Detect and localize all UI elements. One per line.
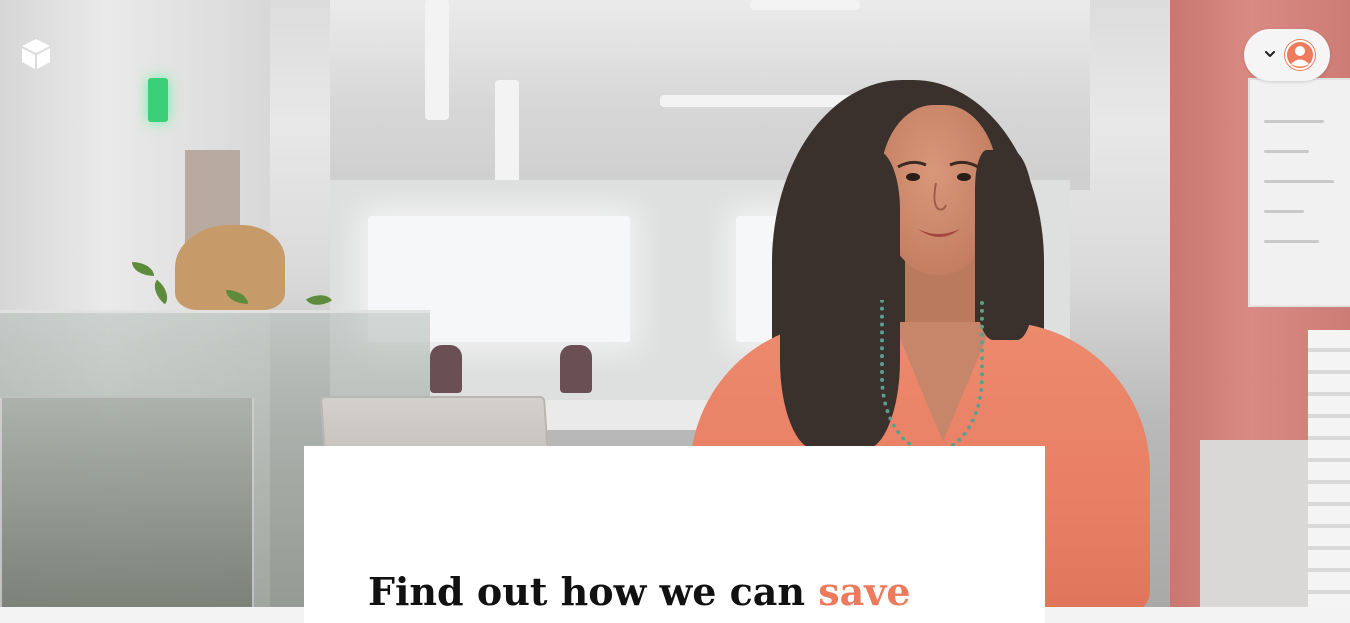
whiteboard <box>1248 78 1350 307</box>
plant-leaf <box>305 288 333 312</box>
headline-accent-text: save <box>818 569 911 614</box>
office-cabinet <box>1200 440 1320 607</box>
account-menu-button[interactable] <box>1244 29 1330 81</box>
headline-text: Find out how we can <box>368 569 819 614</box>
person-hair-front <box>975 150 1035 340</box>
cube-logo-icon[interactable] <box>20 37 52 71</box>
content-card: Find out how we can save <box>304 446 1045 623</box>
office-shelf <box>1308 330 1350 607</box>
person-necklace <box>880 300 984 454</box>
hero-headline: Find out how we can save <box>368 564 911 620</box>
office-table <box>545 400 710 430</box>
office-chair <box>560 345 592 393</box>
chevron-down-icon <box>1263 46 1277 60</box>
user-avatar-icon <box>1284 39 1316 71</box>
plant-box <box>0 396 254 607</box>
exit-sign <box>148 78 168 122</box>
office-chair <box>430 345 462 393</box>
